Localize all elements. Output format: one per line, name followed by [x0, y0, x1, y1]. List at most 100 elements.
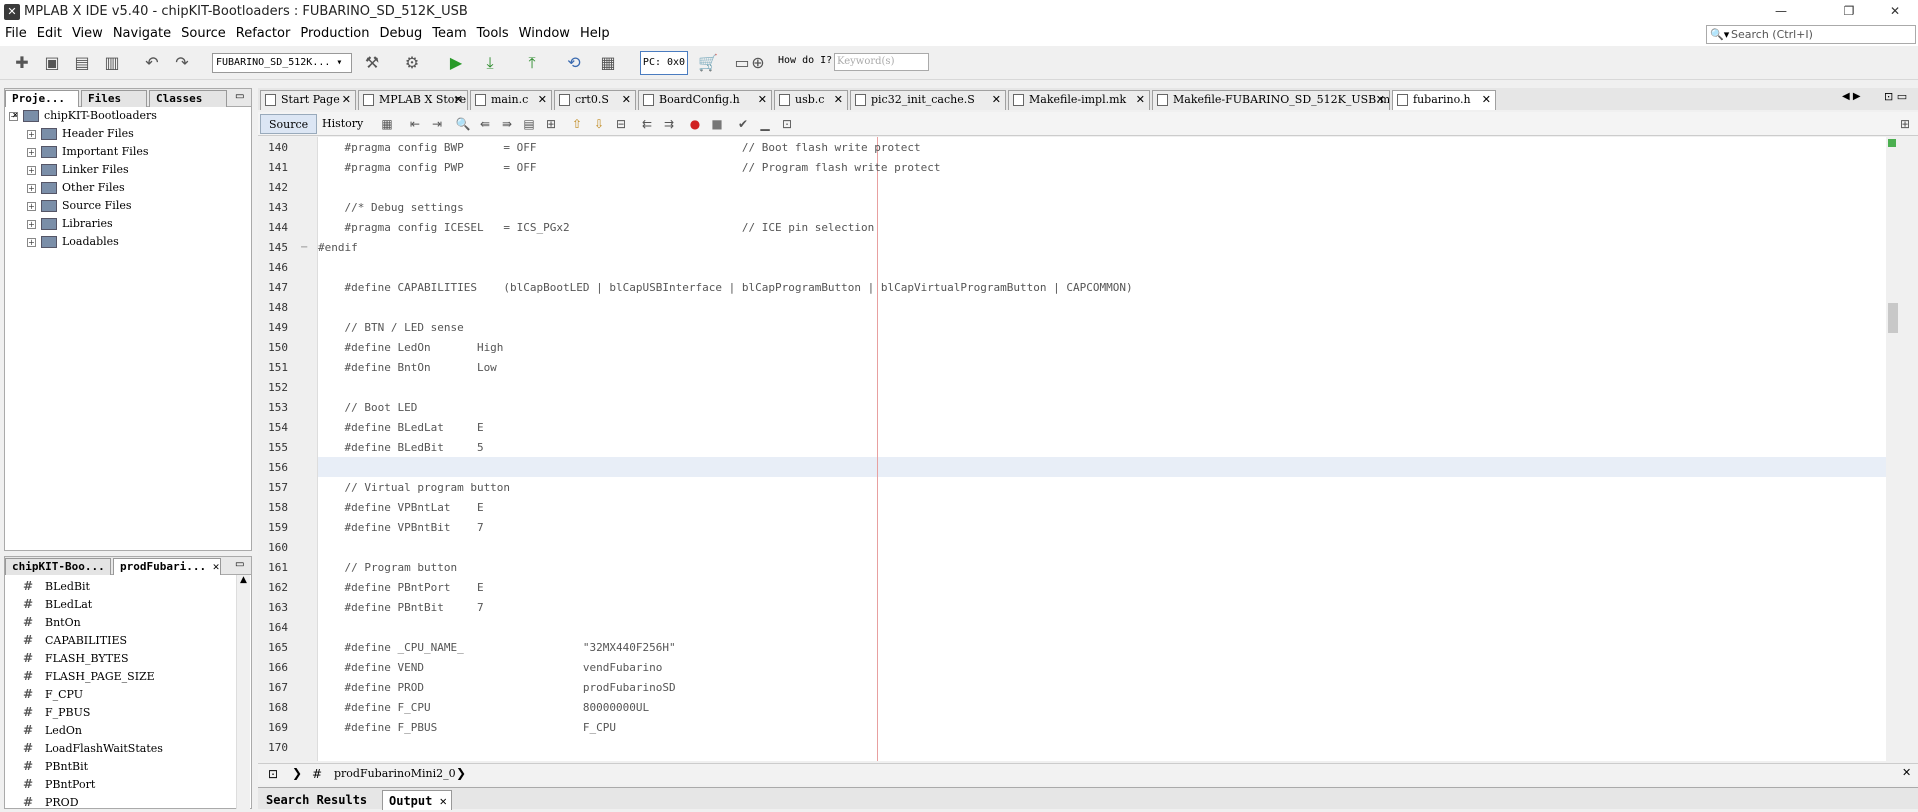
- scroll-up-icon[interactable]: ▲: [237, 575, 250, 585]
- list-item[interactable]: # F_PBUS: [23, 703, 90, 721]
- configuration-select[interactable]: FUBARINO_SD_512K... ▾: [212, 53, 352, 73]
- globe-icon[interactable]: ⊕: [746, 52, 770, 74]
- close-icon[interactable]: ✕: [992, 91, 1001, 109]
- open-project-icon[interactable]: ▤: [70, 52, 94, 74]
- find-icon[interactable]: 🔍: [454, 115, 472, 133]
- close-icon[interactable]: ✕: [454, 91, 463, 109]
- find-next-icon[interactable]: ⇛: [498, 115, 516, 133]
- close-icon[interactable]: ✕: [622, 91, 631, 109]
- new-project-icon[interactable]: ▣: [40, 52, 64, 74]
- code-line[interactable]: #define PROD prodFubarinoSD: [318, 678, 675, 698]
- tab-usb-c[interactable]: usb.c ✕: [774, 90, 848, 110]
- code-line[interactable]: // Virtual program button: [318, 478, 510, 498]
- expand-icon[interactable]: +: [27, 129, 36, 139]
- code-line[interactable]: #define _CPU_NAME_ "32MX440F256H": [318, 638, 675, 658]
- run-icon[interactable]: ▶: [444, 52, 468, 74]
- code-line[interactable]: #define PBntBit 7: [318, 598, 483, 618]
- maximize-button[interactable]: ❐: [1826, 0, 1872, 22]
- split-editor-icon[interactable]: ⊞: [1896, 115, 1914, 133]
- list-item[interactable]: # FLASH_BYTES: [23, 649, 129, 667]
- navigator-scrollbar[interactable]: ▲: [236, 575, 250, 809]
- editor-scroll-thumb[interactable]: [1888, 303, 1898, 333]
- menu-edit[interactable]: Edit: [32, 24, 67, 44]
- tab-fubarino-h[interactable]: fubarino.h ✕: [1392, 90, 1496, 110]
- expand-icon[interactable]: +: [27, 183, 36, 193]
- tab-navigator-file[interactable]: prodFubari... ✕: [113, 558, 221, 575]
- expand-icon[interactable]: +: [27, 219, 36, 229]
- list-item[interactable]: # PBntBit: [23, 757, 88, 775]
- list-item[interactable]: # FLASH_PAGE_SIZE: [23, 667, 155, 685]
- collapse-icon[interactable]: −: [9, 111, 18, 121]
- minimize-button[interactable]: —: [1758, 0, 1804, 22]
- tab-makefile-fubarino[interactable]: Makefile-FUBARINO_SD_512K_USB.mk ✕: [1152, 90, 1390, 110]
- tab-start-page[interactable]: Start Page ✕: [260, 90, 356, 110]
- search-input[interactable]: 🔍▾ Search (Ctrl+I): [1706, 25, 1916, 44]
- build-icon[interactable]: ⚙: [400, 52, 424, 74]
- tree-folder[interactable]: + Libraries: [27, 215, 113, 233]
- code-line[interactable]: #pragma config BWP = OFF // Boot flash w…: [318, 138, 920, 158]
- debug-project-icon[interactable]: ▦: [596, 52, 620, 74]
- menu-tools[interactable]: Tools: [472, 24, 514, 44]
- minimize-pane-icon[interactable]: ▭: [235, 91, 244, 102]
- project-root[interactable]: − chipKIT-Bootloaders: [9, 107, 157, 125]
- shift-right-icon[interactable]: ⇉: [660, 115, 678, 133]
- menu-help[interactable]: Help: [575, 24, 615, 44]
- tab-output[interactable]: Output ✕: [382, 790, 452, 810]
- tab-main-c[interactable]: main.c ✕: [470, 90, 552, 110]
- code-line[interactable]: #pragma config ICESEL = ICS_PGx2 // ICE …: [318, 218, 874, 238]
- list-item[interactable]: # BLedBit: [23, 577, 90, 595]
- code-line[interactable]: #define F_CPU 80000000UL: [318, 698, 649, 718]
- back-icon[interactable]: ⇤: [406, 115, 424, 133]
- tab-mplab-store[interactable]: MPLAB X Store ✕: [358, 90, 468, 110]
- menu-file[interactable]: File: [0, 24, 32, 44]
- shift-left-icon[interactable]: ⇇: [638, 115, 656, 133]
- code-line[interactable]: #endif: [318, 238, 358, 258]
- last-edit-icon[interactable]: ▦: [378, 115, 396, 133]
- code-line[interactable]: #define VPBntBit 7: [318, 518, 483, 538]
- scroll-tabs-left-icon[interactable]: ◀ ▶: [1842, 91, 1861, 102]
- list-item[interactable]: # PROD: [23, 793, 79, 811]
- next-bookmark-icon[interactable]: ⇩: [590, 115, 608, 133]
- close-icon[interactable]: ✕: [834, 91, 843, 109]
- menu-navigate[interactable]: Navigate: [108, 24, 176, 44]
- code-line[interactable]: #define PBntPort E: [318, 578, 483, 598]
- fold-icon[interactable]: −: [300, 242, 308, 253]
- cart-icon[interactable]: 🛒: [696, 52, 720, 74]
- tree-folder[interactable]: + Other Files: [27, 179, 125, 197]
- list-item[interactable]: # F_CPU: [23, 685, 83, 703]
- tab-crt0-s[interactable]: crt0.S ✕: [554, 90, 636, 110]
- reset-icon[interactable]: ⟲: [562, 52, 586, 74]
- expand-icon[interactable]: +: [27, 147, 36, 157]
- tab-pic32-init-cache-s[interactable]: pic32_init_cache.S ✕: [850, 90, 1006, 110]
- close-icon[interactable]: ✕: [342, 91, 351, 109]
- stop-macro-icon[interactable]: ■: [708, 115, 726, 133]
- find-previous-icon[interactable]: ⇚: [476, 115, 494, 133]
- close-icon[interactable]: ✕: [440, 794, 447, 808]
- list-item[interactable]: # CAPABILITIES: [23, 631, 127, 649]
- code-line[interactable]: // Program button: [318, 558, 457, 578]
- list-item[interactable]: # LoadFlashWaitStates: [23, 739, 163, 757]
- code-line[interactable]: //* Debug settings: [318, 198, 463, 218]
- close-icon[interactable]: ✕: [1482, 91, 1491, 109]
- menu-debug[interactable]: Debug: [375, 24, 428, 44]
- save-all-icon[interactable]: ▥: [100, 52, 124, 74]
- tab-files[interactable]: Files: [81, 90, 147, 107]
- list-item[interactable]: # BLedLat: [23, 595, 92, 613]
- previous-bookmark-icon[interactable]: ⇧: [568, 115, 586, 133]
- close-icon[interactable]: ✕: [538, 91, 547, 109]
- tab-navigator-project[interactable]: chipKIT-Boo...: [5, 558, 111, 575]
- comment-icon[interactable]: ✔: [734, 115, 752, 133]
- close-icon[interactable]: ✕: [1376, 91, 1385, 109]
- tree-folder[interactable]: + Source Files: [27, 197, 132, 215]
- code-line[interactable]: #define BntOn Low: [318, 358, 496, 378]
- uncomment-icon[interactable]: ▁: [756, 115, 774, 133]
- code-line[interactable]: #define VPBntLat E: [318, 498, 483, 518]
- expand-icon[interactable]: +: [27, 165, 36, 175]
- record-macro-icon[interactable]: ●: [686, 115, 704, 133]
- menu-window[interactable]: Window: [514, 24, 575, 44]
- code-line[interactable]: // Boot LED: [318, 398, 417, 418]
- menu-source[interactable]: Source: [176, 24, 231, 44]
- navigator-icon[interactable]: ⊡: [268, 767, 278, 781]
- make-program-icon[interactable]: ⤓: [478, 52, 502, 74]
- code-line[interactable]: #pragma config PWP = OFF // Program flas…: [318, 158, 940, 178]
